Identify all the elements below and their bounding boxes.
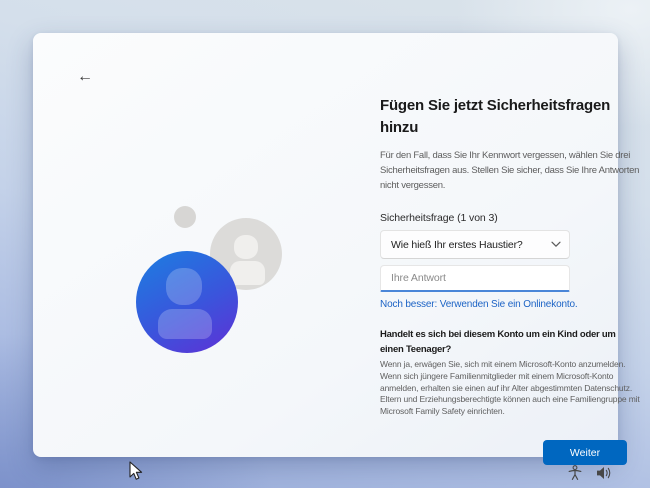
avatar-blue-torso (158, 309, 212, 339)
avatar-small-circle (174, 206, 196, 228)
selected-question: Wie hieß Ihr erstes Haustier? (391, 238, 523, 251)
arrow-left-icon: ← (77, 68, 93, 85)
page-title: Fügen Sie jetzt Sicherheitsfragen hinzu (380, 97, 611, 136)
page-subtitle: Für den Fall, dass Sie Ihr Kennwort verg… (380, 150, 640, 191)
avatar-blue-head (166, 268, 202, 305)
security-question-label: Sicherheitsfrage (1 von 3) (380, 212, 498, 224)
chevron-down-icon (551, 241, 561, 247)
accessibility-icon[interactable] (567, 465, 583, 481)
setup-card: ← Fügen Sie jetzt Sicherheitsfragen hinz… (33, 33, 640, 465)
volume-icon[interactable] (596, 466, 613, 480)
back-button[interactable]: ← (73, 67, 97, 87)
mouse-cursor (129, 461, 143, 480)
child-question-heading: Handelt es sich bei diesem Konto um ein … (380, 329, 616, 355)
avatar-gray-head (234, 235, 258, 259)
answer-input[interactable] (380, 265, 570, 292)
next-button[interactable]: Weiter (543, 440, 627, 465)
child-question-body: Wenn ja, erwägen Sie, sich mit einem Mic… (380, 359, 640, 417)
oobe-background: ← Fügen Sie jetzt Sicherheitsfragen hinz… (0, 0, 650, 488)
security-question-select[interactable]: Wie hieß Ihr erstes Haustier? (380, 230, 570, 259)
avatar-blue (136, 251, 238, 353)
online-account-link[interactable]: Noch besser: Verwenden Sie ein Onlinekon… (380, 299, 578, 310)
avatar-gray-torso (230, 261, 265, 285)
